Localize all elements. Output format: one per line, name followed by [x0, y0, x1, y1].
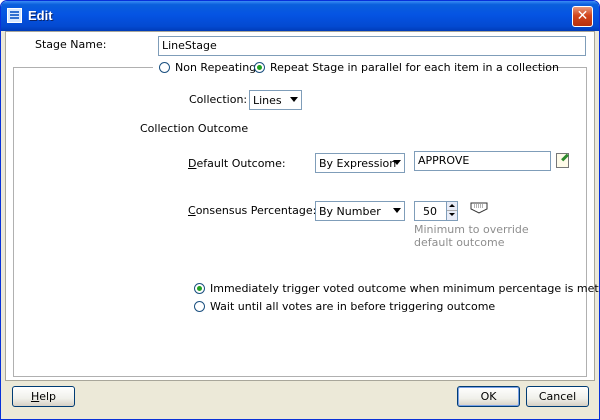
consensus-hint-line1: Minimum to override [414, 223, 529, 236]
default-outcome-label: Default Outcome: [188, 157, 286, 170]
help-label-text: elp [39, 390, 57, 403]
default-outcome-label-text: efault Outcome: [196, 157, 286, 170]
ok-button[interactable]: OK [457, 386, 520, 407]
stage-name-input[interactable]: LineStage [158, 36, 586, 56]
cancel-button[interactable]: Cancel [526, 386, 589, 407]
edit-expression-icon[interactable] [556, 153, 569, 168]
non-repeating-radio[interactable] [159, 62, 170, 73]
consensus-mode-value: By Number [319, 205, 381, 218]
edit-dialog: Edit ✕ Stage Name: LineStage Non Repeati… [0, 0, 600, 420]
help-button[interactable]: Help [12, 386, 75, 407]
spinner-buttons [446, 202, 457, 220]
stage-name-label: Stage Name: [35, 38, 107, 51]
default-outcome-mode-value: By Expression [319, 157, 397, 170]
collection-outcome-heading: Collection Outcome [140, 122, 249, 135]
repeat-radio-row: Non Repeating Repeat Stage in parallel f… [153, 60, 559, 76]
chevron-down-icon [393, 208, 401, 213]
consensus-label-text: onsensus Percentage: [195, 204, 317, 217]
consensus-mnemonic: C [188, 204, 196, 217]
close-button[interactable]: ✕ [572, 6, 593, 27]
parallel-repeat-label[interactable]: Repeat Stage in parallel for each item i… [270, 61, 559, 74]
window-title: Edit [28, 8, 53, 23]
collection-label: Collection: [189, 93, 248, 106]
default-outcome-mode-select[interactable]: By Expression [315, 153, 405, 173]
wait-votes-radio[interactable] [194, 301, 205, 312]
non-repeating-label[interactable]: Non Repeating [175, 61, 256, 74]
spinner-down-button[interactable] [447, 211, 457, 220]
chevron-down-icon [393, 160, 401, 165]
parallel-repeat-radio[interactable] [254, 62, 265, 73]
immediate-trigger-label[interactable]: Immediately trigger voted outcome when m… [210, 282, 599, 295]
title-bar: Edit ✕ [1, 1, 599, 31]
consensus-percentage-value: 50 [423, 205, 437, 218]
help-mnemonic: H [30, 390, 40, 403]
consensus-hint-line2: default outcome [414, 236, 505, 249]
consensus-mode-select[interactable]: By Number [315, 201, 405, 221]
immediate-trigger-radio[interactable] [194, 283, 205, 294]
repeat-options-group [13, 67, 587, 377]
consensus-percentage-label: Consensus Percentage: [188, 204, 316, 217]
spinner-up-button[interactable] [447, 202, 457, 211]
collection-select-value: Lines [253, 94, 282, 107]
collection-select[interactable]: Lines [249, 90, 302, 110]
wait-votes-label[interactable]: Wait until all votes are in before trigg… [210, 300, 495, 313]
percentage-pin-icon[interactable] [470, 202, 488, 214]
dialog-app-icon [7, 8, 22, 23]
chevron-down-icon [290, 97, 298, 102]
default-outcome-expression-input[interactable]: APPROVE [414, 151, 551, 171]
consensus-percentage-spinner[interactable]: 50 [414, 201, 458, 221]
